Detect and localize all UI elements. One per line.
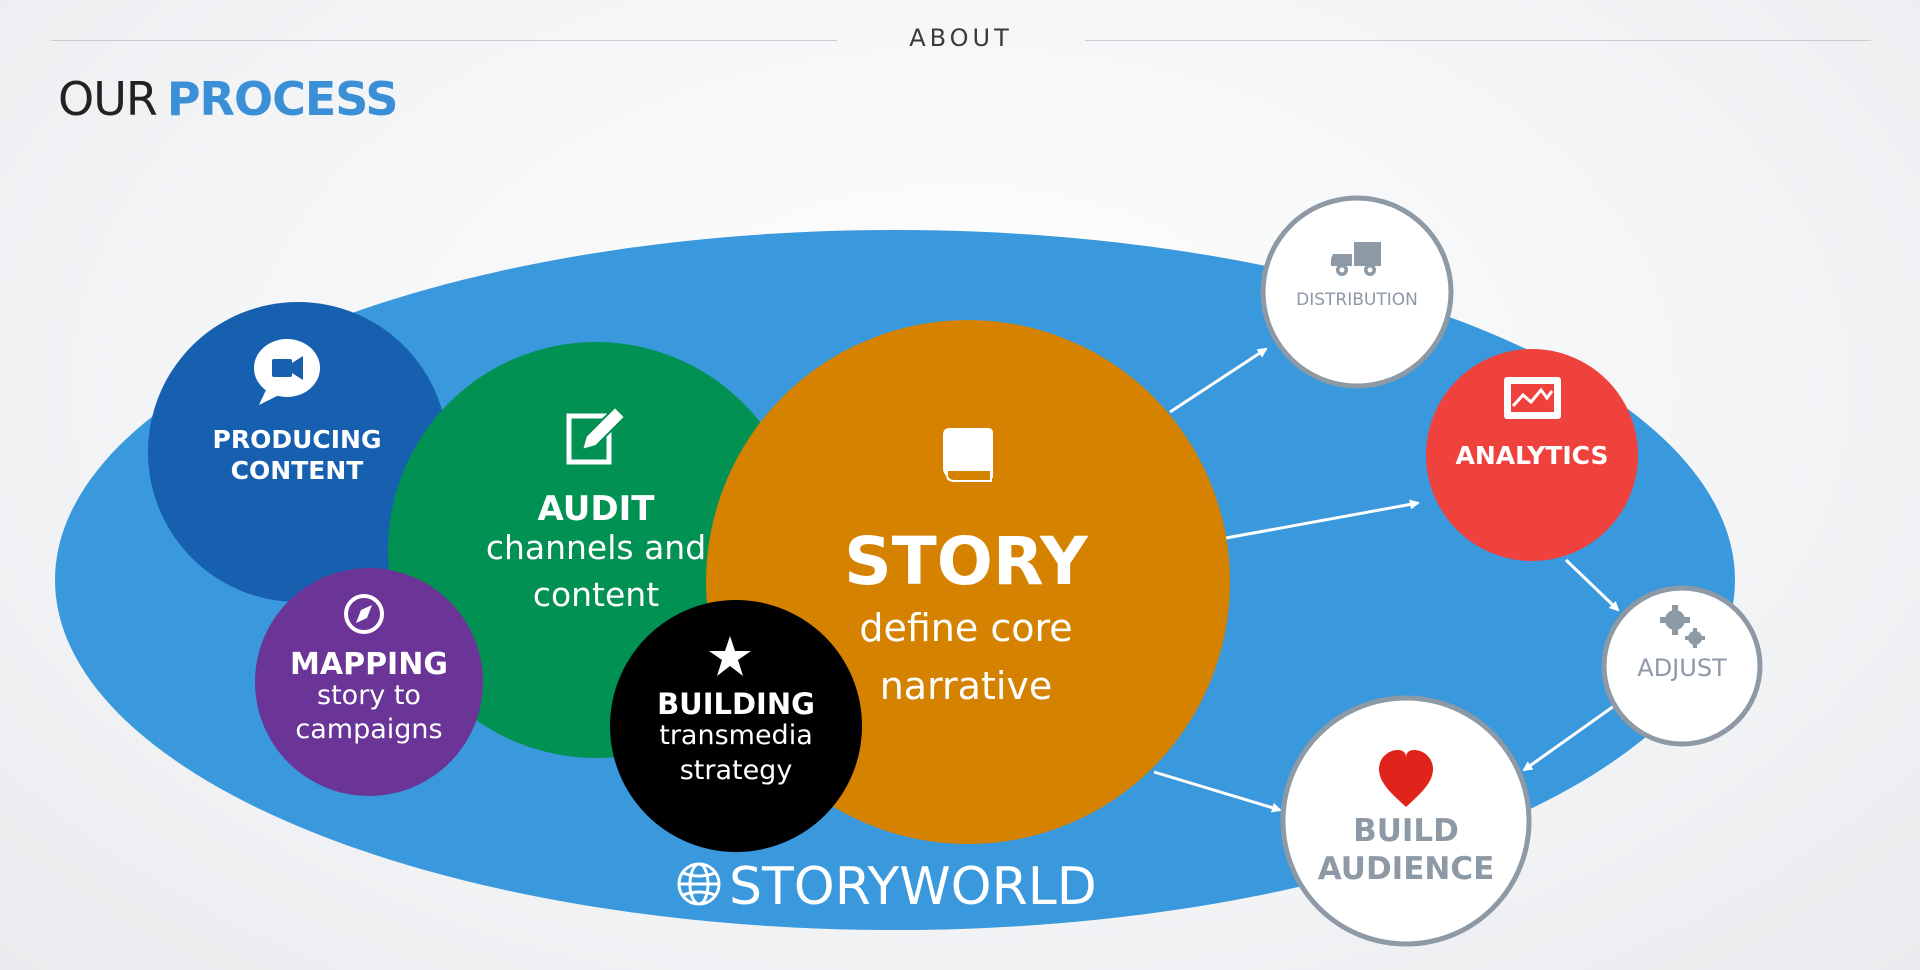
book-icon bbox=[943, 428, 993, 482]
mapping-title: MAPPING bbox=[290, 647, 448, 682]
build-audience-node: BUILD AUDIENCE bbox=[1280, 695, 1532, 947]
distribution-label: DISTRIBUTION bbox=[1296, 290, 1418, 310]
mapping-line2: campaigns bbox=[295, 714, 442, 745]
story-line2: narrative bbox=[880, 664, 1053, 708]
process-diagram: PRODUCING CONTENT AUDIT channels and con… bbox=[55, 195, 1763, 947]
producing-label-line2: CONTENT bbox=[231, 456, 364, 485]
mapping-node: MAPPING story to campaigns bbox=[255, 568, 483, 796]
build-audience-line1: BUILD bbox=[1353, 813, 1459, 849]
audit-line1: channels and bbox=[486, 528, 706, 567]
chart-icon bbox=[1504, 377, 1561, 419]
building-line1: transmedia bbox=[659, 720, 813, 751]
storyworld-text: STORYWORLD bbox=[729, 857, 1097, 917]
adjust-label: ADJUST bbox=[1637, 654, 1727, 682]
building-line2: strategy bbox=[680, 755, 793, 786]
build-audience-line2: AUDIENCE bbox=[1318, 851, 1495, 887]
story-line1: define core bbox=[859, 606, 1072, 650]
building-node: BUILDING transmedia strategy bbox=[610, 600, 862, 852]
building-title: BUILDING bbox=[657, 687, 815, 721]
producing-label-line1: PRODUCING bbox=[213, 425, 382, 454]
mapping-line1: story to bbox=[317, 680, 421, 711]
audit-line2: content bbox=[533, 575, 659, 614]
analytics-label: ANALYTICS bbox=[1456, 441, 1609, 470]
storyworld-label: STORYWORLD bbox=[677, 857, 1097, 917]
analytics-node: ANALYTICS bbox=[1426, 349, 1638, 561]
story-title: STORY bbox=[844, 523, 1089, 600]
audit-title: AUDIT bbox=[538, 489, 656, 529]
distribution-node: DISTRIBUTION bbox=[1260, 195, 1454, 389]
adjust-node: ADJUST bbox=[1601, 585, 1763, 747]
